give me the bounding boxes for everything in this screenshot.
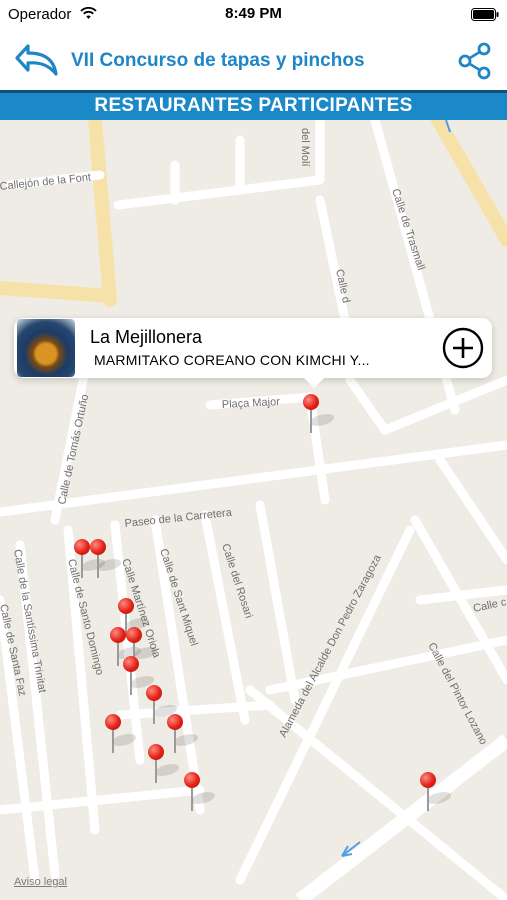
status-bar: Operador 8:49 PM — [0, 0, 507, 30]
map-pin[interactable] — [89, 539, 126, 579]
pin-needle — [97, 554, 99, 578]
plus-circle-icon[interactable] — [442, 327, 484, 369]
legal-link[interactable]: Aviso legal — [14, 876, 67, 888]
pin-needle — [117, 642, 119, 666]
restaurant-callout[interactable]: La Mejillonera MARMITAKO COREANO CON KIM… — [14, 318, 492, 388]
pin-head — [123, 656, 139, 672]
pin-head — [118, 598, 134, 614]
pin-needle — [81, 554, 83, 578]
pin-head — [420, 772, 436, 788]
nav-bar: VII Concurso de tapas y pinchos — [0, 30, 507, 90]
restaurant-name: La Mejillonera — [90, 327, 203, 347]
pin-head — [110, 627, 126, 643]
pin-needle — [130, 671, 132, 695]
pin-needle — [427, 787, 429, 811]
pin-needle — [155, 759, 157, 783]
dish-name: MARMITAKO COREANO CON KIMCHI Y... — [94, 352, 370, 368]
pin-head — [126, 627, 142, 643]
pin-needle — [153, 700, 155, 724]
pin-head — [105, 714, 121, 730]
restaurant-thumbnail — [17, 319, 75, 377]
pin-head — [303, 394, 319, 410]
map-pin[interactable] — [147, 744, 184, 784]
pin-head — [146, 685, 162, 701]
section-title: RESTAURANTES PARTICIPANTES — [94, 95, 413, 116]
pin-head — [90, 539, 106, 555]
status-time: 8:49 PM — [225, 5, 282, 22]
pin-head — [167, 714, 183, 730]
back-arrow-icon[interactable] — [14, 42, 60, 78]
share-icon[interactable] — [455, 41, 495, 81]
map-pin[interactable] — [122, 656, 159, 696]
pin-head — [74, 539, 90, 555]
section-banner: RESTAURANTES PARTICIPANTES — [0, 90, 507, 120]
pin-needle — [174, 729, 176, 753]
pin-head — [148, 744, 164, 760]
svg-text:del Molí: del Molí — [299, 128, 311, 167]
map-pin[interactable] — [419, 772, 456, 812]
pin-needle — [112, 729, 114, 753]
battery-icon — [471, 8, 499, 21]
map-pin[interactable] — [166, 714, 203, 754]
page-title: VII Concurso de tapas y pinchos — [71, 50, 365, 71]
map-pin[interactable] — [302, 394, 339, 434]
pin-needle — [310, 409, 312, 433]
pin-head — [184, 772, 200, 788]
map-pin[interactable] — [104, 714, 141, 754]
pin-needle — [191, 787, 193, 811]
map-pin[interactable] — [183, 772, 220, 812]
map-pin[interactable] — [145, 685, 182, 725]
